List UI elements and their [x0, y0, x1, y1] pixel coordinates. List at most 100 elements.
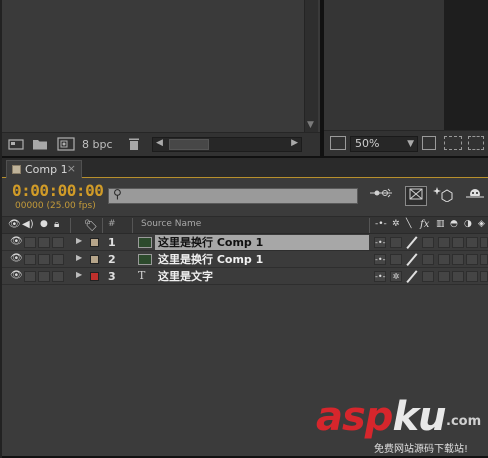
frame-rate-info: 00000 (25.00 fps) [15, 201, 96, 211]
scroll-down-arrow-icon[interactable]: ▼ [307, 120, 314, 130]
always-preview-icon[interactable] [330, 136, 346, 150]
motion-blur-switch[interactable] [452, 254, 464, 265]
shy-layers-icon[interactable] [466, 186, 484, 206]
lock-toggle[interactable] [52, 254, 64, 265]
search-icon: ⚲ [113, 187, 122, 201]
label-color-swatch[interactable] [90, 238, 99, 247]
solo-toggle[interactable] [38, 271, 50, 282]
layer-source-name[interactable]: 这里是换行 Comp 1 [155, 235, 369, 250]
precomp-icon [138, 237, 152, 248]
motion-blur-switch[interactable] [452, 237, 464, 248]
visibility-eye-icon[interactable]: 👁 [10, 253, 23, 264]
effects-switch[interactable] [422, 254, 434, 265]
lock-toggle[interactable] [52, 237, 64, 248]
audio-toggle[interactable] [24, 237, 36, 248]
visibility-eye-icon[interactable]: 👁 [10, 236, 23, 247]
adjustment-switch[interactable] [466, 237, 478, 248]
search-input[interactable]: ⚲ [108, 187, 358, 204]
video-switch-eye-icon[interactable]: 👁 [8, 219, 21, 230]
collapse-switch-icon[interactable]: ✲ [392, 219, 400, 229]
audio-speaker-icon[interactable]: ◀) [22, 219, 34, 230]
layer-number: 2 [108, 253, 116, 266]
grid-guides-icon[interactable] [422, 136, 436, 150]
current-time-display[interactable]: 0:00:00:00 [12, 181, 104, 200]
visibility-eye-icon[interactable]: 👁 [10, 270, 23, 281]
collapse-switch[interactable]: ✲ [390, 271, 402, 282]
effects-switch[interactable] [422, 237, 434, 248]
frame-blending-icon[interactable]: ▥ [436, 219, 445, 229]
label-color-swatch[interactable] [90, 255, 99, 264]
frame-blend-switch[interactable] [438, 254, 450, 265]
viewer-canvas [444, 0, 488, 130]
draft-3d-icon[interactable] [432, 186, 454, 206]
adjustment-switch[interactable] [466, 254, 478, 265]
project-horizontal-scrollbar[interactable]: ◀ ▶ [152, 137, 302, 152]
bit-depth-button[interactable]: 8 bpc [82, 138, 113, 151]
lock-toggle[interactable] [52, 271, 64, 282]
watermark-logo: aspku [316, 394, 447, 440]
shy-switch-icon[interactable]: -•- [375, 219, 387, 229]
solo-dot-icon[interactable]: ● [40, 219, 48, 229]
effects-switch[interactable] [422, 271, 434, 282]
audio-toggle[interactable] [24, 254, 36, 265]
magnification-select[interactable]: 50% ▼ [350, 136, 418, 152]
tab-comp[interactable]: Comp 1 × [6, 160, 82, 178]
collapse-switch[interactable] [390, 254, 402, 265]
project-vertical-scrollbar[interactable]: ▼ [304, 0, 318, 132]
composition-viewer: 50% ▼ [324, 0, 488, 156]
lock-icon[interactable]: 🔒︎ [54, 219, 59, 230]
solo-toggle[interactable] [38, 254, 50, 265]
layer-row[interactable]: 👁 ▶ 1 这里是换行 Comp 1 -•- [2, 235, 488, 251]
3d-switch[interactable] [480, 271, 488, 282]
adjustment-layer-icon[interactable]: ◑ [464, 219, 472, 229]
column-number[interactable]: # [108, 219, 116, 229]
new-folder-icon[interactable] [32, 137, 48, 151]
collapse-switch[interactable] [390, 237, 402, 248]
layer-number: 3 [108, 270, 116, 283]
project-panel: ▼ 8 bpc ◀ ▶ [2, 0, 320, 156]
trash-icon[interactable] [128, 137, 140, 151]
3d-switch[interactable] [480, 254, 488, 265]
layer-column-header: 👁 ◀) ● 🔒︎ 🏷︎ # Source Name -•- ✲ ╲ fx ▥ … [2, 216, 488, 234]
layer-source-name[interactable]: 这里是换行 Comp 1 [155, 252, 369, 267]
motion-blur-icon[interactable]: ◓ [450, 219, 458, 229]
quality-switch[interactable] [406, 252, 418, 267]
scrollbar-thumb[interactable] [169, 139, 209, 150]
comp-mini-flowchart-icon[interactable] [368, 186, 394, 206]
adjustment-switch[interactable] [466, 271, 478, 282]
solo-toggle[interactable] [38, 237, 50, 248]
layer-row[interactable]: 👁 ▶ 3 T 这里是文字 -•- ✲ [2, 269, 488, 285]
transparency-grid-icon[interactable] [468, 136, 484, 150]
quality-switch[interactable] [406, 235, 418, 250]
layer-row[interactable]: 👁 ▶ 2 这里是换行 Comp 1 -•- [2, 252, 488, 268]
quality-switch-icon[interactable]: ╲ [406, 219, 411, 229]
label-tag-icon[interactable]: 🏷︎ [84, 219, 98, 232]
column-source-name[interactable]: Source Name [141, 219, 201, 229]
label-color-swatch[interactable] [90, 272, 99, 281]
shy-switch[interactable]: -•- [374, 254, 386, 265]
scroll-right-arrow-icon[interactable]: ▶ [291, 138, 298, 148]
effects-switch-icon[interactable]: fx [420, 219, 429, 230]
twirl-triangle-icon[interactable]: ▶ [76, 270, 82, 279]
3d-switch[interactable] [480, 237, 488, 248]
twirl-triangle-icon[interactable]: ▶ [76, 236, 82, 245]
region-of-interest-icon[interactable] [444, 136, 462, 150]
scroll-left-arrow-icon[interactable]: ◀ [156, 138, 163, 148]
tab-label: Comp 1 [25, 163, 68, 176]
interpret-footage-icon[interactable] [8, 137, 24, 151]
frame-blend-switch[interactable] [438, 271, 450, 282]
new-composition-icon[interactable] [57, 137, 75, 151]
watermark-brand-b: ku [392, 394, 446, 440]
close-icon[interactable]: × [67, 162, 76, 175]
quality-switch[interactable] [406, 269, 418, 284]
3d-layer-icon[interactable]: ◈ [478, 219, 485, 229]
shy-switch[interactable]: -•- [374, 271, 386, 282]
frame-blend-switch[interactable] [438, 237, 450, 248]
motion-blur-switch[interactable] [452, 271, 464, 282]
live-update-icon[interactable] [405, 186, 427, 206]
precomp-icon [138, 254, 152, 265]
audio-toggle[interactable] [24, 271, 36, 282]
twirl-triangle-icon[interactable]: ▶ [76, 253, 82, 262]
layer-source-name[interactable]: 这里是文字 [155, 269, 369, 284]
shy-switch[interactable]: -•- [374, 237, 386, 248]
